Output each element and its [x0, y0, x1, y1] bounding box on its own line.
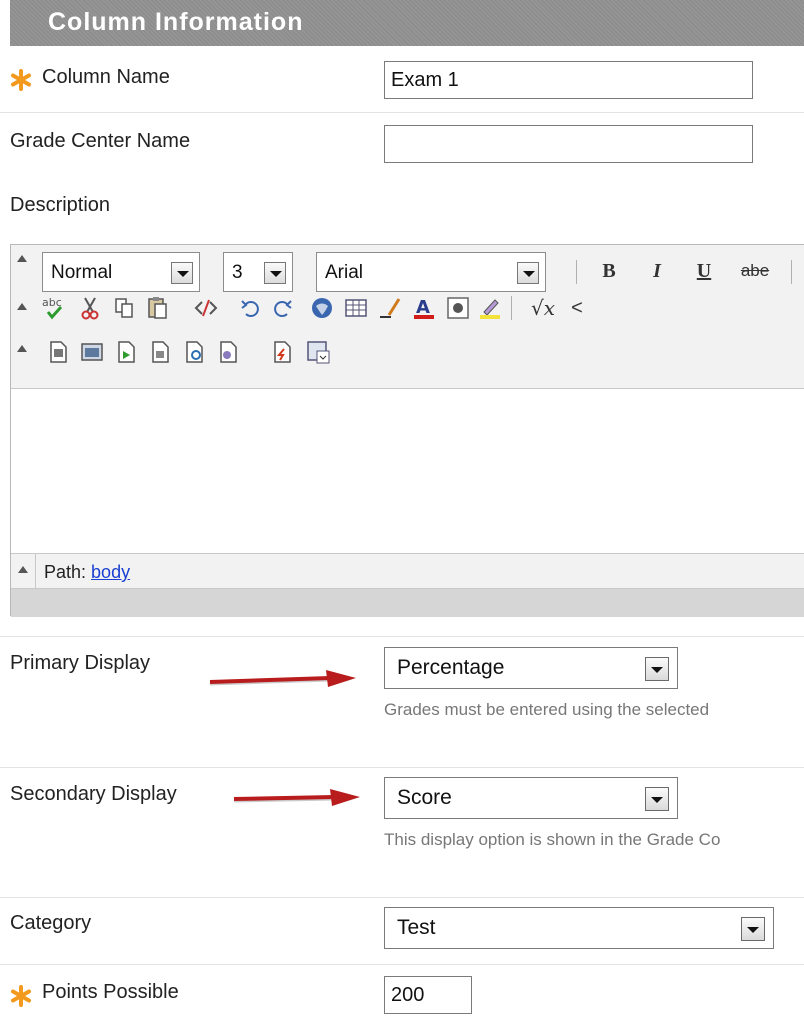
collapse-row-icon[interactable] [18, 566, 28, 573]
required-star-icon [11, 69, 31, 91]
insert-flash-icon[interactable] [269, 339, 295, 365]
divider [0, 767, 804, 768]
spellcheck-icon[interactable]: abc [41, 295, 67, 321]
editor-path-bar: Path: body [11, 553, 804, 590]
secondary-display-help: This display option is shown in the Grad… [384, 830, 721, 849]
size-value: 3 [232, 262, 243, 283]
horizontal-line-icon[interactable] [377, 295, 403, 321]
description-label: Description [10, 194, 111, 216]
path-label: Path: [44, 562, 87, 582]
collapse-row-icon[interactable] [17, 345, 27, 352]
annotation-arrow-icon [233, 789, 360, 806]
preview-icon[interactable] [181, 339, 207, 365]
link-globe-icon[interactable] [309, 295, 335, 321]
html-source-icon[interactable] [193, 295, 219, 321]
paste-icon[interactable] [145, 295, 171, 321]
divider [0, 897, 804, 898]
primary-display-value: Percentage [397, 656, 505, 679]
more-tools-icon[interactable]: < [567, 295, 587, 321]
grade-center-name-label: Grade Center Name [10, 130, 191, 152]
section-header: Column Information [10, 0, 804, 46]
annotation-arrow-icon [209, 670, 356, 687]
divider [0, 112, 804, 113]
column-name-label: Column Name [42, 66, 170, 88]
insert-image-icon[interactable] [79, 339, 105, 365]
editor-resize-bar[interactable] [11, 589, 804, 617]
primary-display-help: Grades must be entered using the selecte… [384, 700, 710, 719]
category-select[interactable]: Test [384, 907, 774, 949]
category-label: Category [10, 912, 92, 934]
cut-icon[interactable] [77, 295, 103, 321]
path-body-link[interactable]: body [91, 562, 130, 582]
chevron-down-icon [264, 262, 286, 284]
undo-icon[interactable] [238, 295, 264, 321]
description-editor: Normal 3 Arial B I U abe abc A √x < Path… [10, 244, 804, 617]
underline-button[interactable]: U [691, 258, 717, 284]
table-icon[interactable] [343, 295, 369, 321]
chevron-down-icon [741, 917, 765, 941]
toolbar-separator [576, 260, 577, 284]
svg-text:abc: abc [42, 296, 62, 309]
copy-icon[interactable] [111, 295, 137, 321]
emotion-icon[interactable] [445, 295, 471, 321]
insert-audio-icon[interactable] [147, 339, 173, 365]
attach-file-icon[interactable] [45, 339, 71, 365]
primary-display-label: Primary Display [10, 652, 151, 674]
points-possible-label: Points Possible [42, 981, 179, 1003]
insert-media-icon[interactable] [113, 339, 139, 365]
strikethrough-button[interactable]: abe [733, 258, 777, 284]
format-value: Normal [51, 262, 113, 283]
secondary-display-label: Secondary Display [10, 783, 177, 805]
highlight-color-icon[interactable] [477, 295, 503, 321]
mashup-icon[interactable] [215, 339, 241, 365]
chevron-down-icon [645, 657, 669, 681]
toolbar-separator [511, 296, 512, 320]
collapse-row-icon[interactable] [17, 255, 27, 262]
italic-button[interactable]: I [644, 258, 670, 284]
math-equation-icon[interactable]: √x [523, 295, 563, 321]
chevron-down-icon [645, 787, 669, 811]
insert-table-icon[interactable] [305, 339, 331, 365]
section-title: Column Information [48, 8, 304, 36]
editor-toolbar: Normal 3 Arial B I U abe abc A √x < [11, 245, 804, 389]
collapse-row-icon[interactable] [17, 303, 27, 310]
format-select[interactable]: Normal [42, 252, 200, 292]
required-star-icon [11, 985, 31, 1007]
chevron-down-icon [171, 262, 193, 284]
path-display: Path: body [35, 554, 138, 590]
bold-button[interactable]: B [596, 258, 622, 284]
redo-icon[interactable] [269, 295, 295, 321]
category-value: Test [397, 916, 436, 939]
svg-text:A: A [416, 297, 430, 318]
divider [0, 964, 804, 965]
chevron-down-icon [517, 262, 539, 284]
primary-display-select[interactable]: Percentage [384, 647, 678, 689]
toolbar-separator [791, 260, 792, 284]
divider [0, 636, 804, 637]
secondary-display-value: Score [397, 786, 452, 809]
secondary-display-select[interactable]: Score [384, 777, 678, 819]
font-select[interactable]: Arial [316, 252, 546, 292]
font-value: Arial [325, 262, 364, 283]
size-select[interactable]: 3 [223, 252, 293, 292]
font-color-icon[interactable]: A [411, 295, 437, 321]
column-name-input[interactable] [384, 61, 753, 99]
grade-center-name-input[interactable] [384, 125, 753, 163]
points-possible-input[interactable] [384, 976, 472, 1014]
editor-content-area[interactable] [11, 389, 804, 553]
